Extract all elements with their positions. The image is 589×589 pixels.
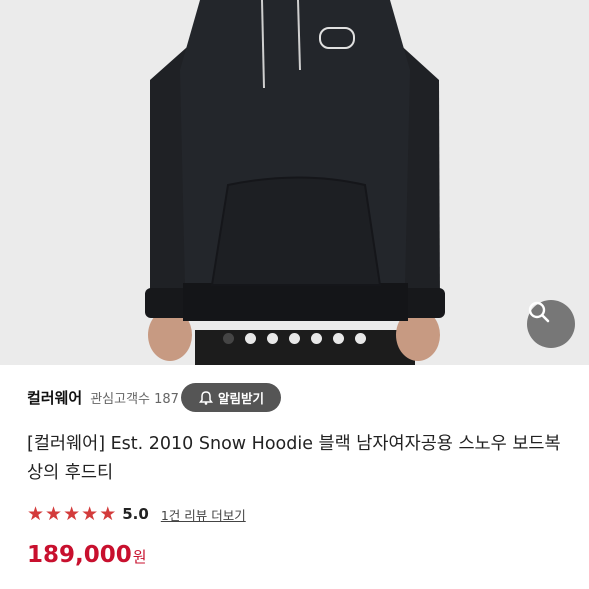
- hoodie-photo: [0, 0, 589, 365]
- seller-info: 컬러웨어 관심고객수 187: [27, 384, 179, 410]
- star-icon: ★: [63, 503, 81, 525]
- price-unit: 원: [132, 548, 147, 566]
- star-icon: ★: [27, 503, 45, 525]
- carousel-dot[interactable]: [311, 333, 322, 344]
- zoom-button[interactable]: [527, 300, 575, 348]
- alarm-button[interactable]: 알림받기: [181, 383, 281, 412]
- star-icon: ★: [45, 503, 63, 525]
- review-link[interactable]: 1건 리뷰 더보기: [161, 505, 246, 524]
- carousel-dot[interactable]: [333, 333, 344, 344]
- carousel-dot[interactable]: [245, 333, 256, 344]
- product-title: [컬러웨어] Est. 2010 Snow Hoodie 블랙 남자여자공용 스…: [27, 434, 561, 483]
- price-amount: 189,000: [27, 542, 132, 568]
- alarm-label: 알림받기: [217, 391, 264, 406]
- interest-count: 관심고객수 187: [90, 391, 179, 407]
- carousel-dot[interactable]: [223, 333, 234, 344]
- price: 189,000 원: [27, 542, 147, 568]
- product-image[interactable]: [0, 0, 589, 365]
- carousel-dot[interactable]: [355, 333, 366, 344]
- star-icon: ★: [99, 503, 117, 525]
- search-icon: [528, 301, 550, 323]
- carousel-indicator[interactable]: [0, 333, 589, 344]
- star-rating: ★ ★ ★ ★ ★: [27, 504, 116, 524]
- rating-score: 5.0: [122, 505, 149, 523]
- rating: ★ ★ ★ ★ ★ 5.0 1건 리뷰 더보기: [27, 503, 246, 525]
- carousel-dot[interactable]: [267, 333, 278, 344]
- carousel-dot[interactable]: [289, 333, 300, 344]
- seller-name[interactable]: 컬러웨어: [27, 387, 82, 408]
- bell-icon: [198, 390, 213, 405]
- star-icon: ★: [81, 503, 99, 525]
